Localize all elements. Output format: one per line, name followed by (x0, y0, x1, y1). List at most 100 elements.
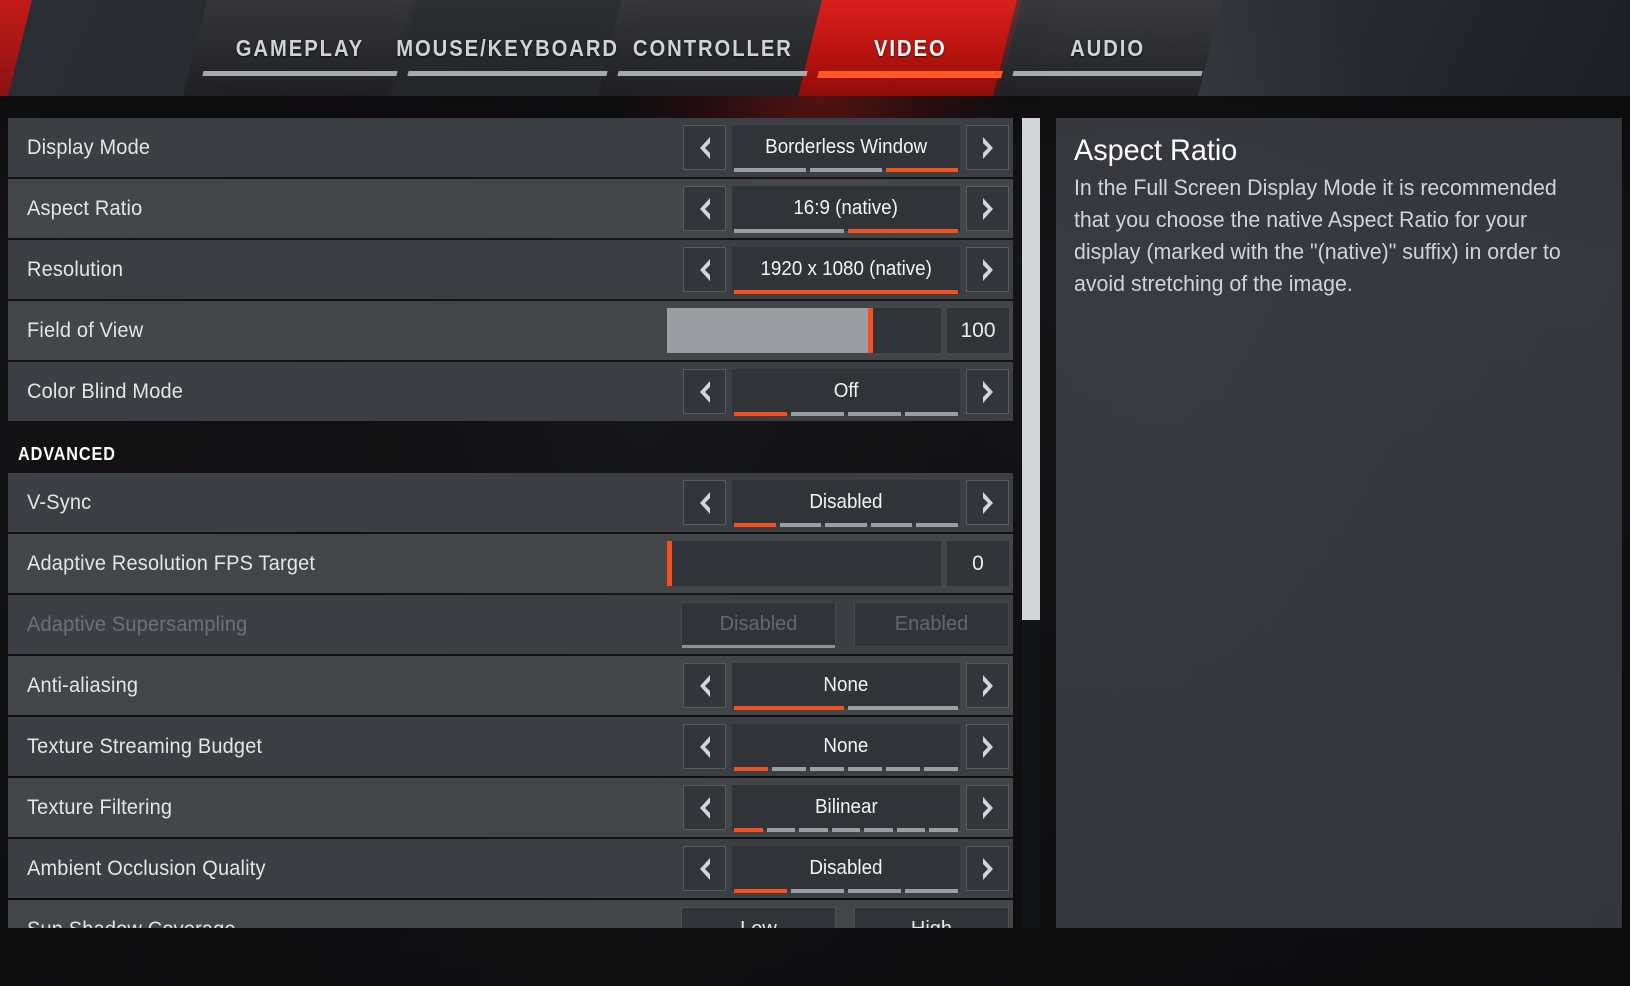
step-segment (734, 523, 776, 527)
chevron-left-icon[interactable] (683, 247, 726, 292)
toggle-group-sun-shadow-coverage: Low High (681, 907, 1009, 928)
settings-scrollbar-thumb[interactable] (1022, 118, 1040, 621)
chevron-right-icon[interactable] (966, 369, 1009, 414)
tab-underline (617, 71, 808, 76)
setting-label-v-sync: V-Sync (27, 490, 92, 514)
chevron-right-icon[interactable] (966, 724, 1009, 769)
setting-control-aspect-ratio: 16:9 (native) (683, 179, 1009, 238)
slider-handle[interactable] (667, 541, 672, 586)
setting-row-resolution[interactable]: Resolution 1920 x 1080 (native) (8, 240, 1013, 299)
setting-row-aspect-ratio[interactable]: Aspect Ratio 16:9 (native) (8, 179, 1013, 238)
setting-value-box-ambient-occlusion-quality[interactable]: Disabled (732, 846, 960, 893)
setting-row-adaptive-supersampling: Adaptive Supersampling Disabled Enabled (8, 595, 1013, 654)
slider-handle[interactable] (867, 308, 873, 353)
chevron-right-icon[interactable] (966, 247, 1009, 292)
toggle-option-high[interactable]: High (854, 907, 1009, 928)
chevron-left-icon[interactable] (683, 125, 726, 170)
chevron-right-icon[interactable] (966, 186, 1009, 231)
setting-step-indicator-texture-filtering (734, 828, 959, 832)
toggle-option-low[interactable]: Low (681, 907, 836, 928)
slider-value-adaptive-resolution-fps-target: 0 (947, 541, 1009, 586)
setting-value-box-texture-streaming-budget[interactable]: None (732, 724, 960, 771)
setting-row-field-of-view[interactable]: Field of View 100 (8, 301, 1013, 360)
description-body: In the Full Screen Display Mode it is re… (1074, 175, 1561, 296)
setting-row-texture-filtering[interactable]: Texture Filtering Bilinear (8, 778, 1013, 837)
step-segment (810, 767, 844, 771)
tab-audio[interactable]: AUDIO (993, 0, 1222, 96)
chevron-right-icon[interactable] (966, 125, 1009, 170)
toggle-option-enabled: Enabled (854, 602, 1009, 647)
tab-mouse-keyboard[interactable]: MOUSE/KEYBOARD (388, 0, 627, 96)
tab-underline (407, 71, 608, 76)
chevron-left-icon[interactable] (683, 186, 726, 231)
chevron-left-icon[interactable] (683, 724, 726, 769)
setting-value-box-anti-aliasing[interactable]: None (732, 663, 960, 710)
step-segment (810, 168, 882, 172)
setting-control-color-blind-mode: Off (683, 362, 1009, 421)
setting-label-sun-shadow-coverage: Sun Shadow Coverage (8, 918, 236, 929)
setting-value-box-v-sync[interactable]: Disabled (732, 480, 960, 527)
setting-step-indicator-v-sync (734, 523, 958, 527)
setting-value-resolution: 1920 x 1080 (native) (760, 258, 932, 280)
setting-label-color-blind-mode: Color Blind Mode (27, 379, 184, 403)
chevron-right-icon[interactable] (966, 480, 1009, 525)
chevron-left-icon[interactable] (683, 369, 726, 414)
step-segment (766, 828, 796, 832)
chevron-right-icon[interactable] (966, 663, 1009, 708)
chevron-left-icon[interactable] (683, 785, 726, 830)
section-header-label: ADVANCED (18, 444, 116, 464)
setting-value-box-color-blind-mode[interactable]: Off (732, 369, 960, 416)
setting-step-indicator-display-mode (734, 168, 958, 172)
setting-row-v-sync[interactable]: V-Sync Disabled (8, 473, 1013, 532)
setting-label-resolution: Resolution (27, 257, 124, 281)
setting-label-adaptive-supersampling: Adaptive Supersampling (27, 612, 248, 636)
step-segment (734, 889, 787, 893)
step-segment (772, 767, 806, 771)
step-segment (886, 767, 920, 771)
tab-video[interactable]: VIDEO (798, 0, 1022, 96)
setting-step-indicator-anti-aliasing (734, 706, 958, 710)
setting-row-color-blind-mode[interactable]: Color Blind Mode Off (8, 362, 1013, 421)
setting-value-box-aspect-ratio[interactable]: 16:9 (native) (732, 186, 960, 233)
step-segment (848, 706, 958, 710)
setting-row-anti-aliasing[interactable]: Anti-aliasing None (8, 656, 1013, 715)
description-title: Aspect Ratio (1074, 134, 1238, 167)
setting-value-box-texture-filtering[interactable]: Bilinear (732, 785, 960, 832)
setting-step-indicator-color-blind-mode (734, 412, 958, 416)
chevron-right-icon[interactable] (966, 846, 1009, 891)
settings-scrollbar-track[interactable] (1022, 118, 1040, 928)
chevron-left-icon[interactable] (683, 480, 726, 525)
setting-slider-field-of-view[interactable] (667, 308, 941, 353)
slider-value-field-of-view: 100 (947, 308, 1009, 353)
tab-gameplay[interactable]: GAMEPLAY (183, 0, 417, 96)
setting-row-texture-streaming-budget[interactable]: Texture Streaming Budget None (8, 717, 1013, 776)
setting-step-indicator-ambient-occlusion-quality (734, 889, 958, 893)
setting-row-sun-shadow-coverage[interactable]: Sun Shadow Coverage Low High (8, 900, 1013, 928)
chevron-left-icon[interactable] (683, 663, 726, 708)
toggle-option-label: Enabled (894, 613, 969, 635)
tab-underline (202, 71, 398, 76)
step-segment (779, 523, 822, 527)
setting-row-ambient-occlusion-quality[interactable]: Ambient Occlusion Quality Disabled (8, 839, 1013, 898)
step-segment (734, 828, 763, 832)
setting-control-texture-filtering: Bilinear (683, 778, 1009, 837)
step-segment (734, 767, 768, 771)
setting-value-box-display-mode[interactable]: Borderless Window (732, 125, 960, 172)
step-segment (734, 290, 958, 294)
step-segment (799, 828, 828, 832)
slider-fill (667, 308, 870, 353)
setting-row-adaptive-resolution-fps-target[interactable]: Adaptive Resolution FPS Target 0 (8, 534, 1013, 593)
tab-bar-red-edge (0, 0, 32, 96)
step-segment (896, 828, 926, 832)
setting-row-display-mode[interactable]: Display Mode Borderless Window (8, 118, 1013, 177)
tab-controller[interactable]: CONTROLLER (598, 0, 827, 96)
step-segment (791, 412, 844, 416)
setting-slider-adaptive-resolution-fps-target[interactable] (667, 541, 941, 586)
chevron-left-icon[interactable] (683, 846, 726, 891)
setting-control-v-sync: Disabled (683, 473, 1009, 532)
setting-value-box-resolution[interactable]: 1920 x 1080 (native) (732, 247, 960, 294)
video-settings-list: Display Mode Borderless Window Aspect Rati… (8, 118, 1013, 928)
setting-value-anti-aliasing: None (823, 674, 869, 696)
setting-label-anti-aliasing: Anti-aliasing (27, 673, 139, 697)
chevron-right-icon[interactable] (966, 785, 1009, 830)
